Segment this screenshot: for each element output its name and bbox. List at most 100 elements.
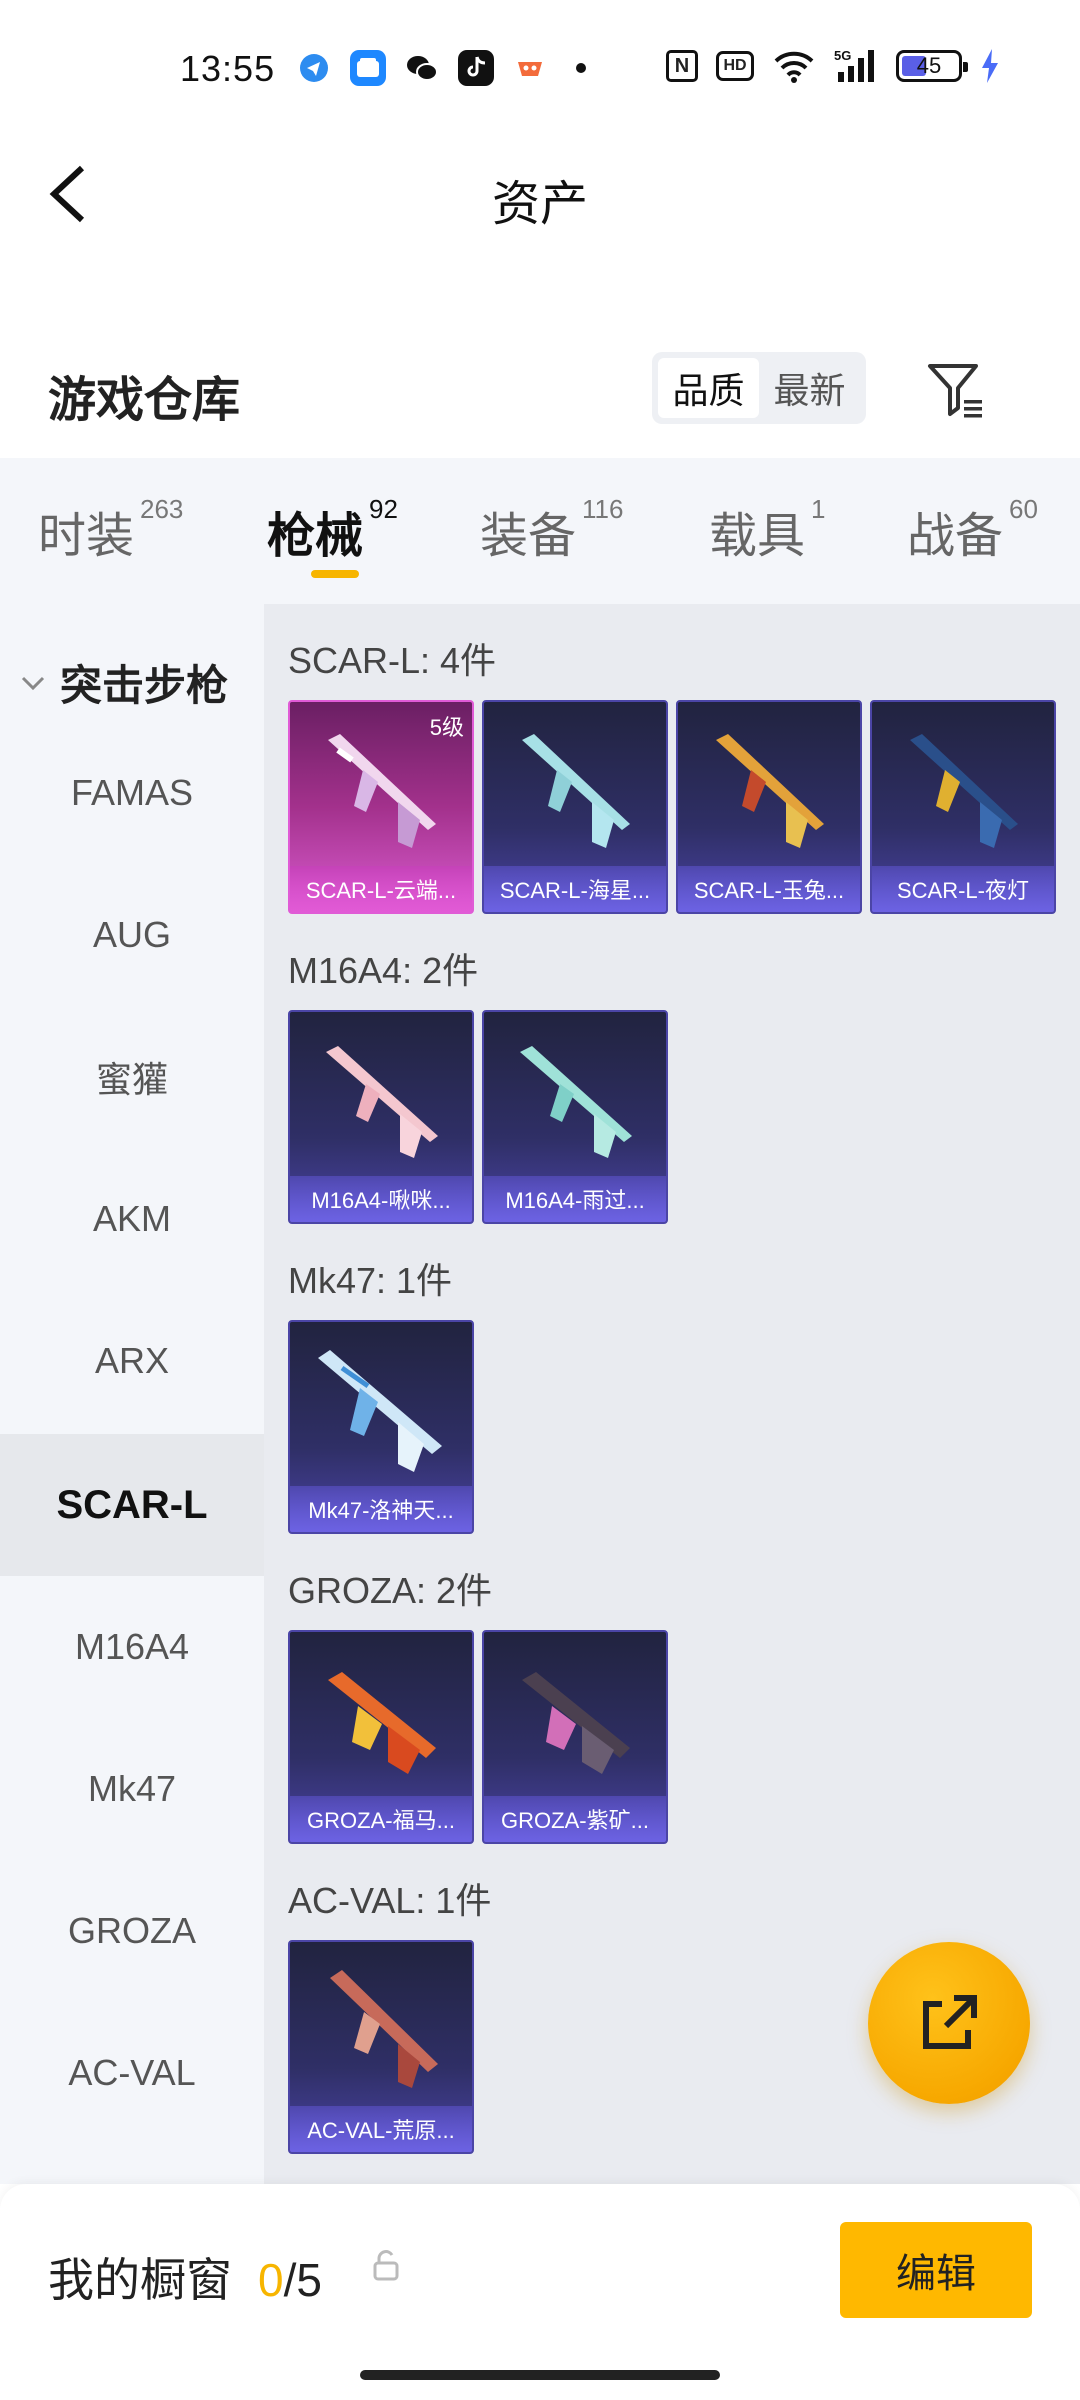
tab-count: 116: [582, 494, 624, 524]
category-tabs: 时装263 枪械92 装备116 载具1 战备60: [0, 458, 1080, 604]
group-title-m16a4: M16A4: 2件: [288, 950, 479, 991]
showcase-label: 我的橱窗: [48, 2254, 232, 2306]
wechat-icon: [404, 50, 440, 86]
skin-card[interactable]: AC-VAL-荒原...: [288, 1940, 474, 2154]
sidebar-category-assault-rifles[interactable]: 突击步枪: [18, 652, 228, 713]
rifle-image: [522, 734, 630, 848]
blue-app-icon: [350, 50, 386, 86]
showcase-info: 我的橱窗 0/5: [48, 2244, 322, 2310]
skin-card[interactable]: M16A4-啾咪...: [288, 1010, 474, 1224]
nfc-icon: N: [666, 50, 698, 82]
hd-icon: HD: [716, 51, 754, 81]
skin-card[interactable]: M16A4-雨过...: [482, 1010, 668, 1224]
tab-count: 60: [1009, 494, 1038, 524]
rifle-image: [326, 1046, 438, 1158]
tab-guns[interactable]: 枪械92: [267, 494, 398, 566]
charging-icon: [982, 49, 998, 83]
battery-level: 45: [916, 53, 942, 78]
sidebar-item-ac-val[interactable]: AC-VAL: [0, 2002, 264, 2144]
skin-name: SCAR-L-夜灯: [872, 866, 1054, 912]
share-external-icon: [923, 1995, 977, 2049]
tab-label: 时装: [38, 510, 135, 563]
tab-count: 1: [811, 494, 826, 524]
skin-name: GROZA-福马...: [290, 1796, 472, 1842]
rifle-image: [328, 1672, 436, 1774]
share-button[interactable]: [868, 1942, 1030, 2104]
chevron-down-icon: [21, 676, 45, 690]
sidebar-item-aug[interactable]: AUG: [0, 864, 264, 1006]
tab-label: 载具: [709, 510, 806, 563]
skin-card[interactable]: GROZA-福马...: [288, 1630, 474, 1844]
showcase-bar: 我的橱窗 0/5 编辑: [0, 2184, 1080, 2400]
status-app-icons: [296, 50, 586, 86]
sidebar-item-akm[interactable]: AKM: [0, 1148, 264, 1290]
page-header: 资产: [0, 140, 1080, 250]
sort-by-newest-button[interactable]: 最新: [759, 358, 860, 418]
status-bar: 13:55 N HD 5G 45: [0, 0, 1080, 140]
rifle-image: [910, 734, 1018, 848]
battery-indicator: 45: [896, 50, 968, 82]
skin-name: M16A4-雨过...: [484, 1176, 666, 1222]
telegram-icon: [296, 50, 332, 86]
home-indicator[interactable]: [360, 2370, 720, 2380]
rifle-image: [522, 1672, 630, 1774]
signal-icon: 5G: [834, 48, 874, 82]
wifi-icon: [774, 51, 814, 83]
skin-level-badge: 5级: [429, 715, 464, 740]
sort-toggle: 品质 最新: [652, 352, 866, 424]
edit-button[interactable]: 编辑: [840, 2222, 1032, 2318]
showcase-total: /5: [283, 2254, 322, 2306]
active-tab-indicator: [311, 570, 359, 578]
sidebar-item-mk47[interactable]: Mk47: [0, 1718, 264, 1860]
signal-5g-label: 5G: [834, 48, 851, 63]
tab-vehicles[interactable]: 载具1: [709, 494, 826, 566]
notification-dot: [576, 63, 586, 73]
status-time: 13:55: [180, 48, 276, 89]
tab-supplies[interactable]: 战备60: [907, 494, 1038, 566]
skin-name: M16A4-啾咪...: [290, 1176, 472, 1222]
tab-label: 装备: [480, 510, 577, 563]
skin-card[interactable]: SCAR-L-玉兔...: [676, 700, 862, 914]
sort-by-quality-button[interactable]: 品质: [658, 358, 759, 418]
skin-name: AC-VAL-荒原...: [290, 2106, 472, 2152]
group-title-ac-val: AC-VAL: 1件: [288, 1880, 492, 1921]
sidebar-item-arx[interactable]: ARX: [0, 1290, 264, 1432]
tab-equipment[interactable]: 装备116: [480, 494, 624, 566]
sidebar-category-label: 突击步枪: [60, 662, 229, 709]
skin-name: Mk47-洛神天...: [290, 1486, 472, 1532]
skin-name: GROZA-紫矿...: [484, 1796, 666, 1842]
filter-icon[interactable]: [924, 358, 988, 422]
game-icon: [512, 50, 548, 86]
rifle-image: [330, 1970, 438, 2088]
warehouse-header: 游戏仓库 品质 最新: [0, 330, 1080, 450]
skin-name: SCAR-L-玉兔...: [678, 866, 860, 912]
skin-card[interactable]: 5级 SCAR-L-云端...: [288, 700, 474, 914]
app-screen: 13:55 N HD 5G 45 资产 游戏仓库 品质 最新 时装263 枪械9…: [0, 0, 1080, 2400]
rifle-image: [716, 734, 824, 848]
lock-icon: [373, 2250, 399, 2281]
group-title-mk47: Mk47: 1件: [288, 1260, 453, 1301]
skin-card[interactable]: Mk47-洛神天...: [288, 1320, 474, 1534]
showcase-count: 0/5: [258, 2253, 322, 2307]
sidebar-item-honey-badger[interactable]: 蜜獾: [0, 1006, 264, 1148]
skin-card[interactable]: GROZA-紫矿...: [482, 1630, 668, 1844]
tab-label: 战备: [907, 510, 1004, 563]
sidebar-item-groza[interactable]: GROZA: [0, 1860, 264, 2002]
group-title-scar-l: SCAR-L: 4件: [288, 640, 497, 681]
sidebar-item-m16a4[interactable]: M16A4: [0, 1576, 264, 1718]
sidebar-item-scar-l[interactable]: SCAR-L: [0, 1434, 264, 1576]
skin-card[interactable]: SCAR-L-夜灯: [870, 700, 1056, 914]
skin-name: SCAR-L-海星...: [484, 866, 666, 912]
warehouse-title: 游戏仓库: [48, 374, 241, 427]
tiktok-icon: [458, 50, 494, 86]
tab-fashion[interactable]: 时装263: [38, 494, 183, 566]
skin-card[interactable]: SCAR-L-海星...: [482, 700, 668, 914]
weapon-type-sidebar: 突击步枪 FAMAS AUG 蜜獾 AKM ARX SCAR-L M16A4 M…: [0, 604, 264, 2184]
sidebar-item-famas[interactable]: FAMAS: [0, 722, 264, 864]
page-title: 资产: [491, 178, 588, 231]
skin-name: SCAR-L-云端...: [290, 866, 472, 912]
rifle-image: [520, 1046, 632, 1158]
tab-count: 92: [369, 494, 398, 524]
tab-label: 枪械: [267, 510, 364, 563]
status-indicators: N HD 5G 45: [666, 48, 1000, 84]
